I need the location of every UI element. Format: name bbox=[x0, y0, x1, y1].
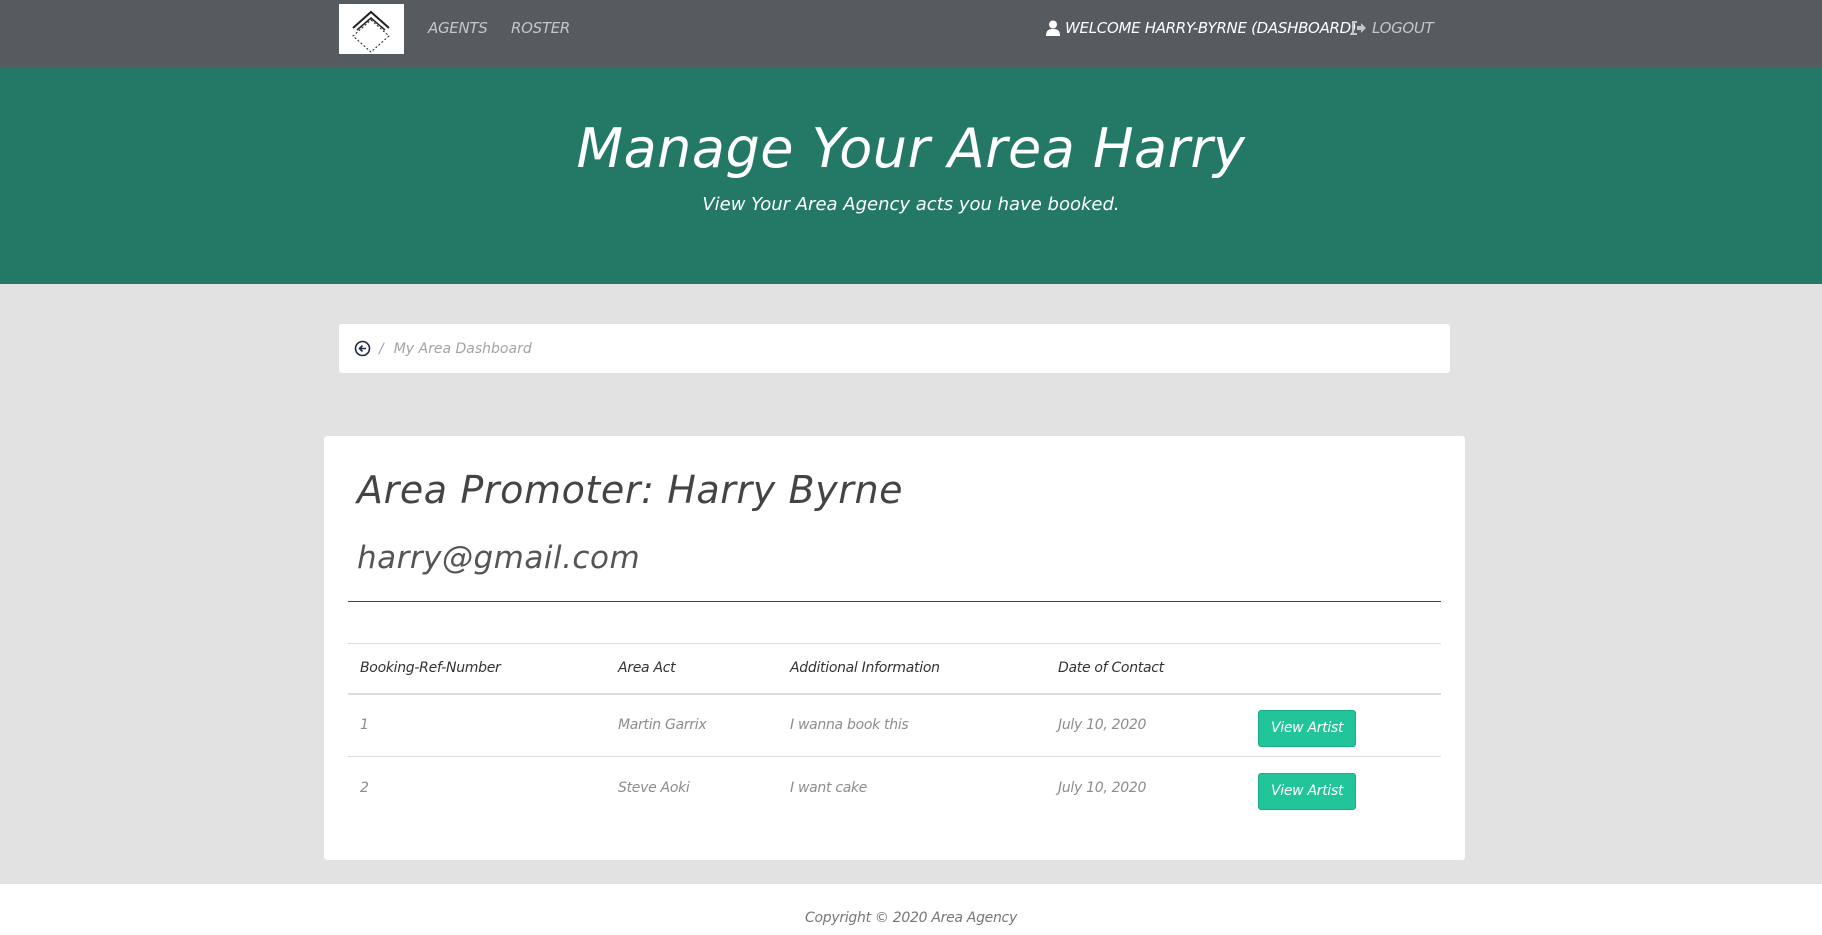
promoter-title: Area Promoter: Harry Byrne bbox=[357, 468, 904, 512]
breadcrumb: / My Area Dashboard bbox=[339, 324, 1450, 373]
promoter-email: harry@gmail.com bbox=[357, 540, 641, 576]
nav-link-roster[interactable]: ROSTER bbox=[511, 19, 570, 37]
footer: Copyright © 2020 Area Agency bbox=[0, 884, 1822, 935]
welcome-text: WELCOME HARRY-BYRNE (DASHBOARD) bbox=[1065, 19, 1357, 37]
view-artist-button[interactable]: View Artist bbox=[1258, 709, 1357, 747]
table-header-row: Booking-Ref-Number Area Act Additional I… bbox=[348, 643, 1441, 695]
column-header-date-of-contact: Date of Contact bbox=[1046, 643, 1246, 695]
sign-out-icon bbox=[1352, 21, 1366, 35]
circle-arrow-left-icon[interactable] bbox=[354, 340, 371, 357]
diamond-logo-icon bbox=[352, 10, 390, 53]
breadcrumb-current: My Area Dashboard bbox=[393, 340, 532, 357]
column-header-booking-ref: Booking-Ref-Number bbox=[348, 643, 606, 695]
date-of-contact-cell: July 10, 2020 bbox=[1046, 693, 1246, 757]
additional-info-cell: I wanna book this bbox=[778, 693, 1046, 757]
table-row: 1 Martin Garrix I wanna book this July 1… bbox=[348, 693, 1441, 757]
action-cell: View Artist bbox=[1246, 757, 1441, 820]
hero-title: Manage Your Area Harry bbox=[576, 117, 1246, 180]
breadcrumb-separator: / bbox=[379, 340, 384, 357]
area-act-cell: Steve Aoki bbox=[618, 780, 690, 797]
hero-banner: Manage Your Area Harry View Your Area Ag… bbox=[0, 67, 1822, 284]
bookings-table: Booking-Ref-Number Area Act Additional I… bbox=[348, 643, 1441, 820]
site-logo[interactable] bbox=[339, 4, 404, 54]
top-navbar: AGENTS ROSTER WELCOME HARRY-BYRNE (DASHB… bbox=[0, 0, 1822, 67]
view-artist-button[interactable]: View Artist bbox=[1258, 772, 1357, 810]
column-header-action bbox=[1246, 643, 1441, 695]
logout-label: LOGOUT bbox=[1372, 19, 1434, 37]
column-header-area-act: Area Act bbox=[606, 643, 778, 695]
column-header-additional-info: Additional Information bbox=[778, 643, 1046, 695]
nav-welcome-dashboard-link[interactable]: WELCOME HARRY-BYRNE (DASHBOARD) bbox=[1046, 19, 1357, 37]
booking-ref-cell: 1 bbox=[348, 693, 606, 757]
user-icon bbox=[1046, 20, 1060, 36]
area-act-cell: Martin Garrix bbox=[606, 693, 778, 757]
table-row: 2 Steve Aoki I want cake July 10, 2020 V… bbox=[348, 757, 1441, 820]
logout-link[interactable]: LOGOUT bbox=[1351, 19, 1434, 37]
promoter-card: Area Promoter: Harry Byrne harry@gmail.c… bbox=[324, 436, 1465, 860]
action-cell: View Artist bbox=[1246, 693, 1441, 757]
divider bbox=[348, 601, 1441, 602]
nav-link-agents[interactable]: AGENTS bbox=[428, 19, 488, 37]
date-of-contact-cell: July 10, 2020 bbox=[1058, 780, 1147, 797]
hero-subtitle: View Your Area Agency acts you have book… bbox=[702, 194, 1120, 215]
additional-info-cell: I want cake bbox=[790, 780, 868, 797]
copyright-text: Copyright © 2020 Area Agency bbox=[805, 910, 1017, 926]
booking-ref-cell: 2 bbox=[360, 780, 369, 797]
